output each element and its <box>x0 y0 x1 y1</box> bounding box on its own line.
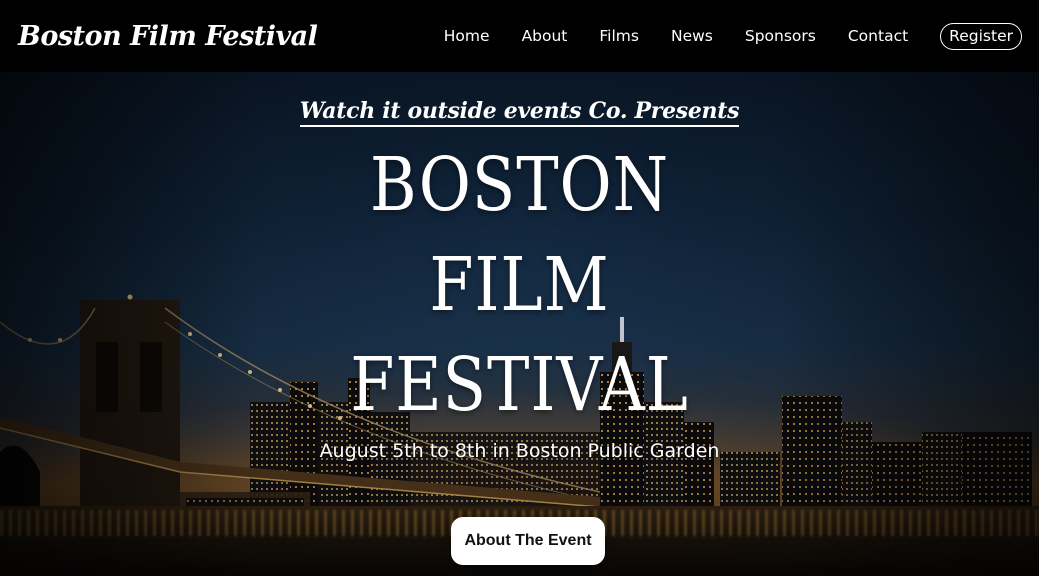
nav-link-sponsors[interactable]: Sponsors <box>745 27 816 45</box>
presenter-tagline-text: Watch it outside events Co. Presents <box>299 98 740 127</box>
festival-title-line-1: BOSTON <box>369 142 670 228</box>
hero-section: Watch it outside events Co. Presents BOS… <box>0 72 1039 576</box>
main-nav: Home About Films News Sponsors Contact R… <box>444 22 1022 50</box>
nav-link-contact[interactable]: Contact <box>848 27 908 45</box>
about-event-button[interactable]: About The Event <box>451 517 605 565</box>
event-dates: August 5th to 8th in Boston Public Garde… <box>319 440 720 462</box>
nav-link-about[interactable]: About <box>522 27 568 45</box>
register-button[interactable]: Register <box>940 22 1022 50</box>
top-navigation-bar: Boston Film Festival Home About Films Ne… <box>0 0 1039 72</box>
festival-title-line-3: FESTIVAL <box>350 342 689 428</box>
nav-link-home[interactable]: Home <box>444 27 490 45</box>
festival-title-line-2: FILM <box>429 242 610 328</box>
nav-link-news[interactable]: News <box>671 27 713 45</box>
nav-link-films[interactable]: Films <box>599 27 639 45</box>
presenter-tagline: Watch it outside events Co. Presents <box>0 98 1039 127</box>
brand-logo[interactable]: Boston Film Festival <box>18 21 318 52</box>
